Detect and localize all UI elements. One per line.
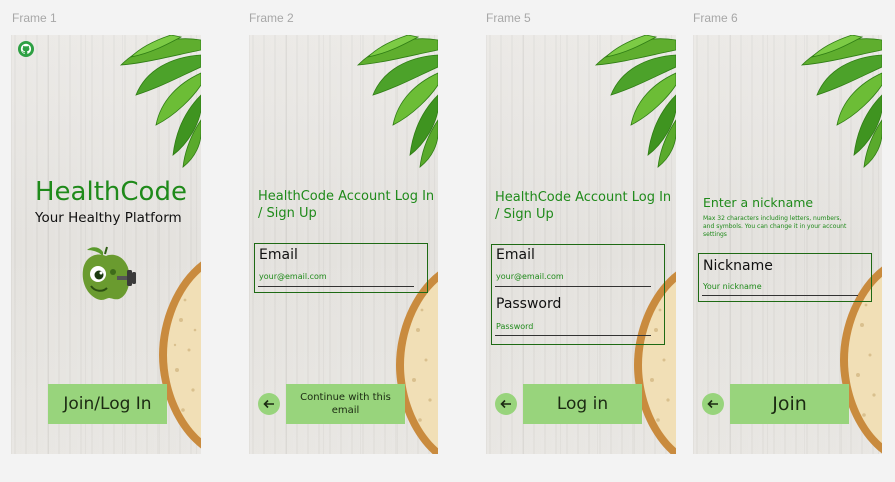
login-form-group: Email your@email.com Password Password — [491, 244, 665, 345]
frame-6-label: Frame 6 — [693, 11, 738, 25]
bread-decoration — [396, 271, 438, 454]
apple-dumbbell-mascot-icon — [82, 246, 136, 300]
nickname-field-group[interactable]: Nickname Your nickname — [698, 253, 872, 302]
email-underline — [258, 286, 414, 287]
arrow-left-icon — [263, 399, 274, 409]
email-input[interactable]: your@email.com — [259, 272, 327, 281]
nickname-heading: Enter a nickname — [703, 195, 814, 210]
leaves-decoration — [356, 35, 438, 168]
email-label: Email — [496, 247, 535, 263]
leaves-decoration — [119, 35, 201, 168]
nickname-underline — [702, 295, 858, 296]
back-button[interactable] — [258, 393, 280, 415]
login-button[interactable]: Log in — [523, 384, 642, 424]
nickname-label: Nickname — [703, 258, 773, 274]
arrow-left-icon — [500, 399, 511, 409]
frame-5-label: Frame 5 — [486, 11, 531, 25]
join-button[interactable]: Join — [730, 384, 849, 424]
back-button[interactable] — [702, 393, 724, 415]
frame-1-welcome-screen: HealthCode Your Healthy Platform Join/Lo… — [11, 35, 201, 454]
frame-2-email-screen: HealthCode Account Log In / Sign Up Emai… — [249, 35, 438, 454]
github-icon[interactable] — [18, 41, 34, 57]
arrow-left-icon — [707, 399, 718, 409]
back-button[interactable] — [495, 393, 517, 415]
email-underline — [495, 286, 651, 287]
frame-6-nickname-screen: Enter a nickname Max 32 characters inclu… — [693, 35, 882, 454]
leaves-decoration — [800, 35, 882, 168]
email-label: Email — [259, 247, 298, 263]
password-label: Password — [496, 296, 562, 312]
nickname-input[interactable]: Your nickname — [703, 282, 762, 291]
join-login-button[interactable]: Join/Log In — [48, 384, 167, 424]
login-heading: HealthCode Account Log In / Sign Up — [258, 189, 435, 221]
continue-with-email-button[interactable]: Continue with this email — [286, 384, 405, 424]
app-title: HealthCode — [35, 177, 187, 207]
frame-2-label: Frame 2 — [249, 11, 294, 25]
email-field-group[interactable]: Email your@email.com — [254, 243, 428, 293]
password-input[interactable]: Password — [496, 322, 533, 331]
password-underline — [495, 335, 651, 336]
frame-1-label: Frame 1 — [12, 11, 57, 25]
leaves-decoration — [594, 35, 676, 168]
app-tagline: Your Healthy Platform — [35, 210, 182, 226]
email-input[interactable]: your@email.com — [496, 272, 564, 281]
login-heading: HealthCode Account Log In / Sign Up — [495, 190, 672, 222]
frame-5-login-screen: HealthCode Account Log In / Sign Up Emai… — [486, 35, 676, 454]
nickname-hint: Max 32 characters including letters, num… — [703, 215, 847, 238]
